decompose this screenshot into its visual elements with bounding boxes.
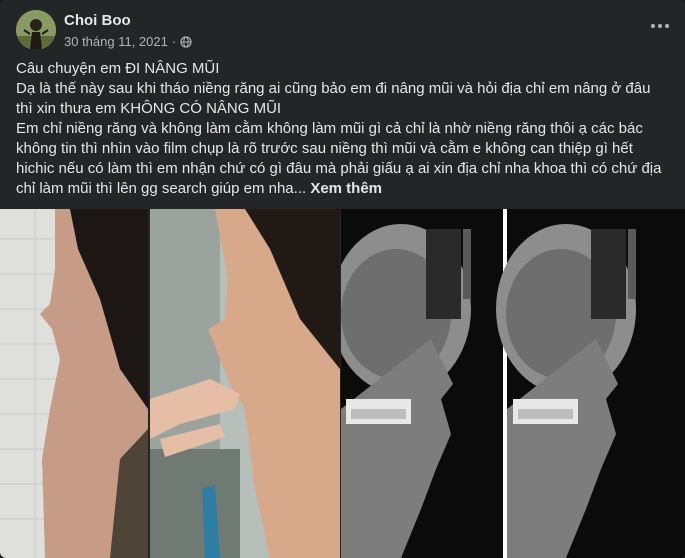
post-card: Choi Boo 30 tháng 11, 2021 · Câu chuyện … bbox=[0, 0, 685, 558]
post-text: Câu chuyện em ĐI NÂNG MŨI Dạ là thế này … bbox=[16, 59, 671, 199]
author-name[interactable]: Choi Boo bbox=[64, 12, 131, 29]
see-more-link[interactable]: Xem thêm bbox=[310, 180, 382, 197]
meta-separator: · bbox=[171, 34, 177, 49]
post-line-body: Em chỉ niềng răng và không làm cằm không… bbox=[16, 119, 671, 199]
post-media[interactable] bbox=[0, 209, 685, 558]
photo-profile-after[interactable] bbox=[150, 209, 340, 558]
post-meta: 30 tháng 11, 2021 · bbox=[64, 34, 192, 49]
photo-xray-comparison[interactable] bbox=[341, 209, 685, 558]
post-line-intro: Dạ là thế này sau khi tháo niềng răng ai… bbox=[16, 80, 651, 117]
photo-profile-before[interactable] bbox=[0, 209, 148, 558]
avatar[interactable] bbox=[16, 10, 56, 50]
more-options-icon[interactable] bbox=[646, 12, 674, 40]
globe-icon bbox=[180, 35, 192, 48]
post-header: Choi Boo 30 tháng 11, 2021 · bbox=[16, 10, 676, 50]
post-timestamp[interactable]: 30 tháng 11, 2021 bbox=[64, 34, 168, 49]
post-line-title: Câu chuyện em ĐI NÂNG MŨI bbox=[16, 60, 220, 77]
